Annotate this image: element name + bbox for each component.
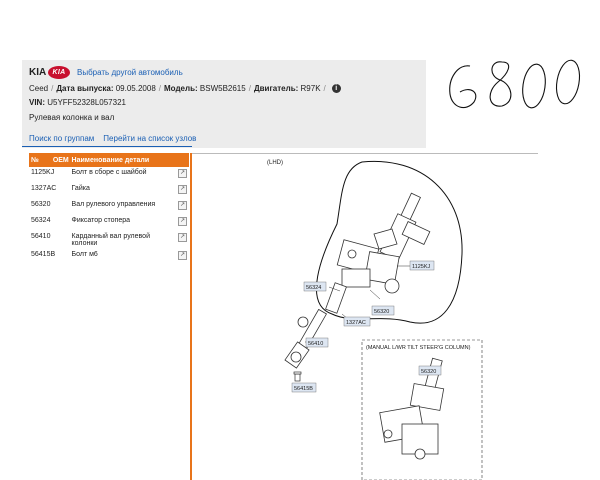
callout-56320-lower[interactable]: 56320 <box>421 369 436 375</box>
change-car-link[interactable]: Выбрать другой автомобиль <box>77 68 183 77</box>
part-name: Болт м6 <box>71 251 98 258</box>
manual-column-label: (MANUAL L/WR TILT STEER'G COLUMN) <box>366 345 471 351</box>
brand-name: KIA <box>29 67 47 78</box>
bolt-56415b <box>293 371 302 382</box>
part-number: 1125KJ <box>31 169 55 176</box>
engine-label: Двигатель: <box>253 84 299 93</box>
intermediate-shaft <box>284 282 347 369</box>
callout-56320-upper[interactable]: 56320 <box>374 309 389 315</box>
part-number: 56410 <box>31 233 51 240</box>
header-number: № OEM <box>29 153 70 167</box>
part-number: 56320 <box>31 201 51 208</box>
nav-links: Поиск по группам Перейти на список узлов <box>29 134 196 143</box>
part-name: Болт в сборе с шайбой <box>71 169 147 176</box>
lhd-label: (LHD) <box>267 160 283 166</box>
table-row[interactable]: 1327AC Гайка ↗ <box>29 183 189 199</box>
parts-table-header: № OEM Наименование детали <box>29 153 189 167</box>
part-number: 56415B <box>31 251 56 258</box>
part-number: 56324 <box>31 217 51 224</box>
search-by-groups-link[interactable]: Поиск по группам <box>29 134 94 143</box>
part-name: Гайка <box>71 185 90 192</box>
add-to-cart-icon[interactable]: ↗ <box>178 233 188 242</box>
engine-code: R97K <box>300 84 321 93</box>
vin-line: VIN: U5YFF52328L057321 <box>29 98 126 107</box>
callout-56410[interactable]: 56410 <box>308 341 323 347</box>
header-actions <box>176 153 189 167</box>
part-number: 1327AC <box>31 185 57 192</box>
callout-56324[interactable]: 56324 <box>306 285 321 291</box>
table-row[interactable]: 56320 Вал рулевого управления ↗ <box>29 199 189 215</box>
table-row[interactable]: 56410 Карданный вал рулевой колонки ↗ <box>29 231 189 249</box>
section-title: Рулевая колонка и вал <box>29 113 115 122</box>
model-name: Ceed <box>29 84 49 93</box>
release-date-label: Дата выпуска: <box>56 84 114 93</box>
parts-diagram[interactable]: (LHD) 1125KJ 56324 56320 1327AC 56410 56… <box>192 154 538 480</box>
nav-underline <box>22 146 192 147</box>
add-to-cart-icon[interactable]: ↗ <box>178 201 188 210</box>
callout-1327ac[interactable]: 1327AC <box>346 320 366 326</box>
model-code-label: Модель: <box>164 84 198 93</box>
vin-label: VIN: <box>29 98 45 107</box>
go-to-nodes-link[interactable]: Перейти на список узлов <box>103 134 196 143</box>
vin-value: U5YFF52328L057321 <box>47 98 126 107</box>
model-code: BSW5B2615 <box>199 84 246 93</box>
info-icon[interactable]: i <box>331 84 341 94</box>
add-to-cart-icon[interactable]: ↗ <box>178 217 188 226</box>
part-name: Карданный вал рулевой колонки <box>71 233 150 247</box>
handwritten-note-text: 6800 <box>430 48 433 49</box>
kia-logo: KIA <box>48 66 70 79</box>
vehicle-info-line: Ceed / Дата выпуска: 09.05.2008/Модель: BS… <box>29 84 341 94</box>
callout-1125kj[interactable]: 1125KJ <box>412 264 430 270</box>
parts-table: № OEM Наименование детали 1125KJ Болт в с… <box>29 153 189 265</box>
add-to-cart-icon[interactable]: ↗ <box>178 169 188 178</box>
handwritten-note: 6800 <box>430 48 581 109</box>
table-row[interactable]: 56415B Болт м6 ↗ <box>29 249 189 265</box>
part-name: Фиксатор стопера <box>71 217 130 224</box>
steering-column-assembly <box>336 192 431 294</box>
add-to-cart-icon[interactable]: ↗ <box>178 251 188 260</box>
table-row[interactable]: 56324 Фиксатор стопера ↗ <box>29 215 189 231</box>
table-row[interactable]: 1125KJ Болт в сборе с шайбой ↗ <box>29 167 189 183</box>
release-date: 09.05.2008 <box>115 84 156 93</box>
part-name: Вал рулевого управления <box>71 201 156 208</box>
callout-56415b[interactable]: 56415B <box>294 386 313 392</box>
header-part-name: Наименование детали <box>69 153 177 167</box>
add-to-cart-icon[interactable]: ↗ <box>178 185 188 194</box>
